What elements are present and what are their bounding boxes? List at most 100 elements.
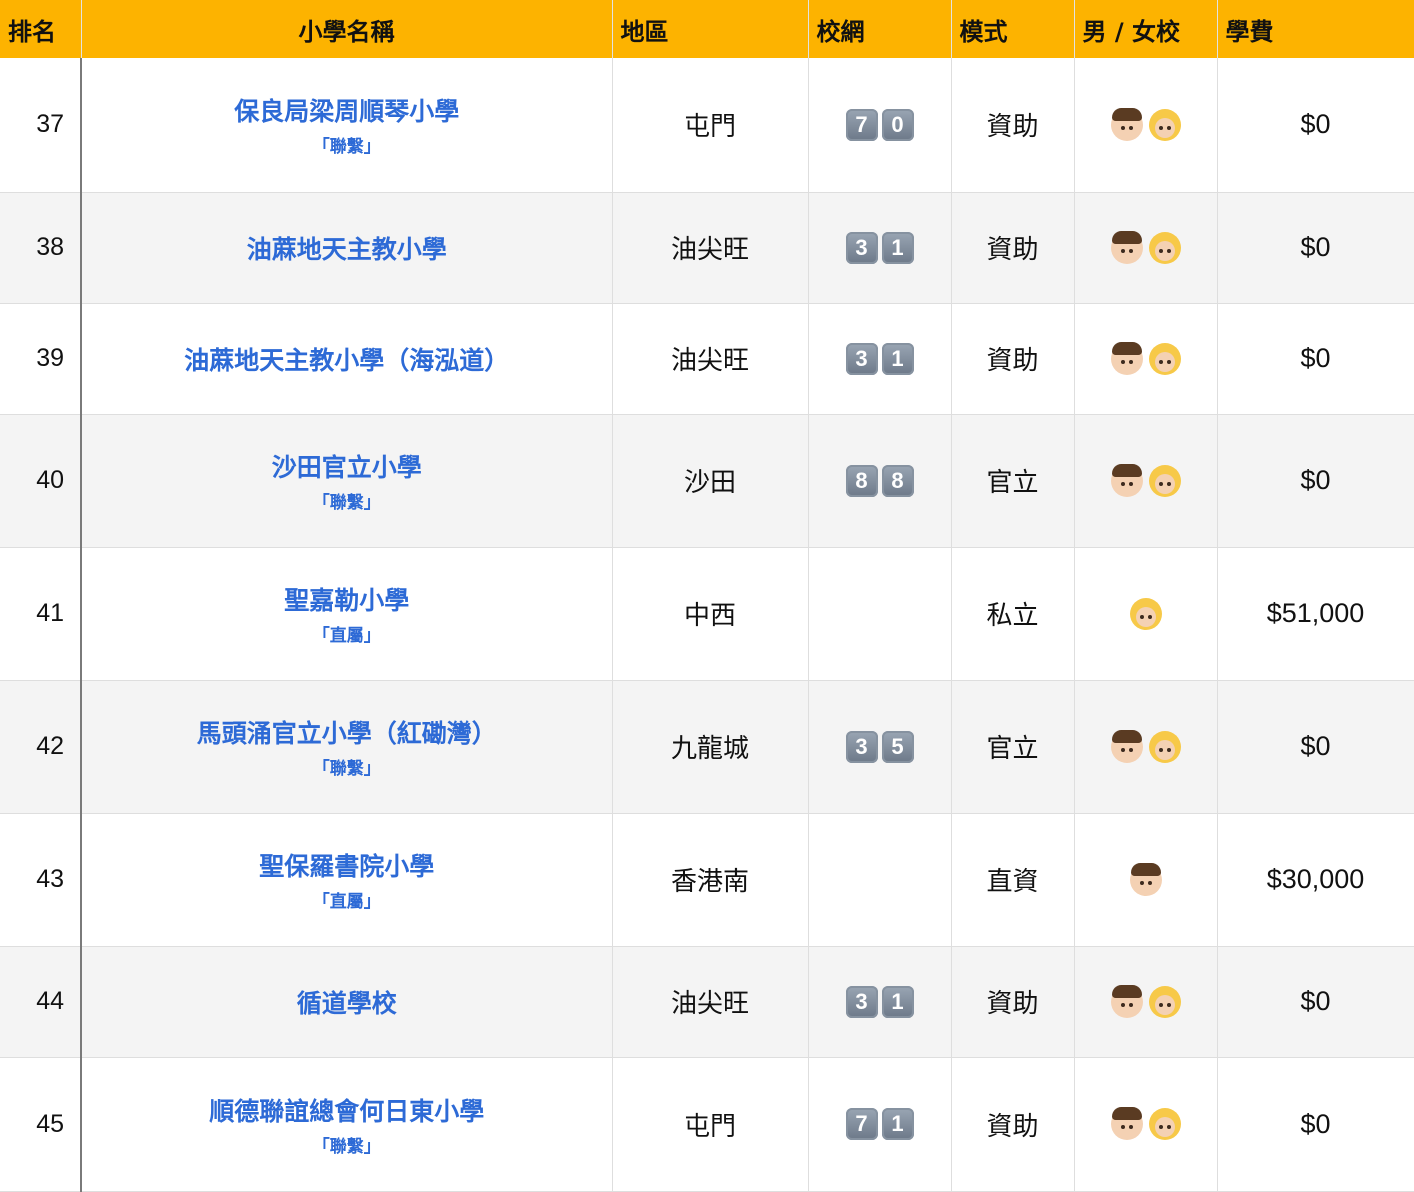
rank-cell: 40 <box>0 414 82 548</box>
boy-icon <box>1110 1107 1143 1140</box>
boy-icon <box>1110 729 1143 763</box>
gender-cell <box>1074 813 1218 947</box>
rank-cell: 39 <box>0 303 82 415</box>
rank-cell: 42 <box>0 680 82 814</box>
table-row: 40 沙田官立小學 「聯繫」 沙田 8 8 官立 $0 <box>0 414 1414 548</box>
gender-cell <box>1074 1057 1218 1192</box>
school-cell: 順德聯誼總會何日東小學「聯繫」 <box>81 1057 613 1192</box>
type-cell: 私立 <box>951 547 1075 681</box>
district-cell: 屯門 <box>612 1057 809 1192</box>
district-cell: 沙田 <box>612 414 809 548</box>
keycap-digit-icon: 8 <box>845 464 878 497</box>
header-fee[interactable]: 學費 <box>1217 0 1414 58</box>
rank-cell: 45 <box>0 1057 82 1192</box>
gender-cell <box>1074 303 1218 415</box>
table-row: 39 油蔴地天主教小學（海泓道） 油尖旺 3 1 資助 $0 <box>0 303 1414 415</box>
keycap-digit-icon: 7 <box>845 108 878 141</box>
school-cell: 油蔴地天主教小學（海泓道） <box>81 303 613 415</box>
school-name-link[interactable]: 油蔴地天主教小學 <box>83 230 611 266</box>
girl-icon <box>1148 108 1181 141</box>
girl-icon <box>1148 464 1181 497</box>
header-type[interactable]: 模式 <box>951 0 1075 58</box>
type-cell: 資助 <box>951 192 1075 304</box>
type-cell: 資助 <box>951 946 1075 1058</box>
gender-cell <box>1074 192 1218 304</box>
table-row: 45 順德聯誼總會何日東小學 「聯繫」 屯門 7 1 資助 $0 <box>0 1057 1414 1192</box>
header-district[interactable]: 地區 <box>612 0 809 58</box>
keycap-digit-icon: 1 <box>881 342 914 375</box>
school-net-cell: 35 <box>808 680 952 814</box>
type-cell: 資助 <box>951 303 1075 415</box>
keycap-digit-icon: 8 <box>881 464 914 497</box>
school-name-link[interactable]: 沙田官立小學 <box>83 448 611 484</box>
school-relation-tag: 「聯繫」 <box>312 493 381 513</box>
school-net-cell: 71 <box>808 1057 952 1192</box>
header-net[interactable]: 校網 <box>808 0 952 58</box>
type-cell: 官立 <box>951 680 1075 814</box>
school-net-cell: 31 <box>808 946 952 1058</box>
district-cell: 油尖旺 <box>612 303 809 415</box>
fee-cell: $0 <box>1217 1057 1414 1192</box>
school-name-link[interactable]: 保良局梁周順琴小學 <box>83 92 611 128</box>
school-relation-tag: 「聯繫」 <box>312 1136 381 1157</box>
girl-icon <box>1148 730 1181 763</box>
rank-cell: 44 <box>0 946 82 1058</box>
keycap-digit-icon: 5 <box>881 730 914 763</box>
school-cell: 油蔴地天主教小學 <box>81 192 613 304</box>
rank-cell: 41 <box>0 547 82 681</box>
gender-cell <box>1074 680 1218 814</box>
keycap-digit-icon: 7 <box>845 1108 878 1140</box>
school-net-cell: 31 <box>808 303 952 415</box>
gender-cell <box>1074 58 1218 193</box>
school-name-link[interactable]: 循道學校 <box>83 984 611 1020</box>
fee-cell: $0 <box>1217 192 1414 304</box>
type-cell: 官立 <box>951 414 1075 548</box>
gender-cell <box>1074 946 1218 1058</box>
boy-icon <box>1110 984 1143 1018</box>
girl-icon <box>1148 1108 1181 1140</box>
school-name-link[interactable]: 順德聯誼總會何日東小學 <box>83 1092 611 1128</box>
keycap-digit-icon: 1 <box>881 1108 914 1140</box>
gender-cell <box>1074 414 1218 548</box>
boy-icon <box>1110 230 1143 264</box>
girl-icon <box>1129 597 1162 630</box>
fee-cell: $0 <box>1217 680 1414 814</box>
boy-icon <box>1129 862 1162 896</box>
rank-cell: 37 <box>0 58 82 193</box>
type-cell: 直資 <box>951 813 1075 947</box>
type-cell: 資助 <box>951 1057 1075 1192</box>
table-row: 37 保良局梁周順琴小學 「聯繫」 屯門 7 0 資助 $0 <box>0 58 1414 193</box>
school-cell: 保良局梁周順琴小學 「聯繫」 <box>81 58 613 193</box>
boy-icon <box>1110 107 1143 141</box>
school-net-cell: 31 <box>808 192 952 304</box>
school-relation-tag: 「直屬」 <box>312 892 381 912</box>
keycap-digit-icon: 3 <box>845 342 878 375</box>
district-cell: 香港南 <box>612 813 809 947</box>
school-cell: 聖嘉勒小學 「直屬」 <box>81 547 613 681</box>
school-name-link[interactable]: 聖嘉勒小學 <box>83 581 611 617</box>
keycap-digit-icon: 3 <box>845 985 878 1018</box>
table-row: 43 聖保羅書院小學 「直屬」 香港南 直資 $30,000 <box>0 813 1414 947</box>
school-name-link[interactable]: 聖保羅書院小學 <box>83 847 611 883</box>
girl-icon <box>1148 231 1181 264</box>
school-cell: 聖保羅書院小學「直屬」 <box>81 813 613 947</box>
school-ranking-table: 排名 小學名稱 地區 校網 模式 男 / 女校 學費 37 保良局梁周順琴小學「… <box>0 0 1414 1192</box>
girl-icon <box>1148 985 1181 1018</box>
header-school[interactable]: 小學名稱 <box>81 0 613 58</box>
district-cell: 屯門 <box>612 58 809 193</box>
school-net-cell <box>808 547 952 681</box>
header-rank[interactable]: 排名 <box>0 0 82 58</box>
fee-cell: $51,000 <box>1217 547 1414 681</box>
type-cell: 資助 <box>951 58 1075 193</box>
fee-cell: $0 <box>1217 58 1414 193</box>
district-cell: 中西 <box>612 547 809 681</box>
keycap-digit-icon: 3 <box>845 730 878 763</box>
table-row: 44 循道學校 油尖旺 3 1 資助 $0 <box>0 946 1414 1058</box>
header-row: 排名 小學名稱 地區 校網 模式 男 / 女校 學費 <box>0 0 1414 58</box>
district-cell: 油尖旺 <box>612 192 809 304</box>
school-name-link[interactable]: 馬頭涌官立小學（紅磡灣） <box>83 714 611 750</box>
header-gender[interactable]: 男 / 女校 <box>1074 0 1218 58</box>
school-name-link[interactable]: 油蔴地天主教小學（海泓道） <box>83 341 611 377</box>
rank-cell: 38 <box>0 192 82 304</box>
school-net-cell: 70 <box>808 58 952 193</box>
